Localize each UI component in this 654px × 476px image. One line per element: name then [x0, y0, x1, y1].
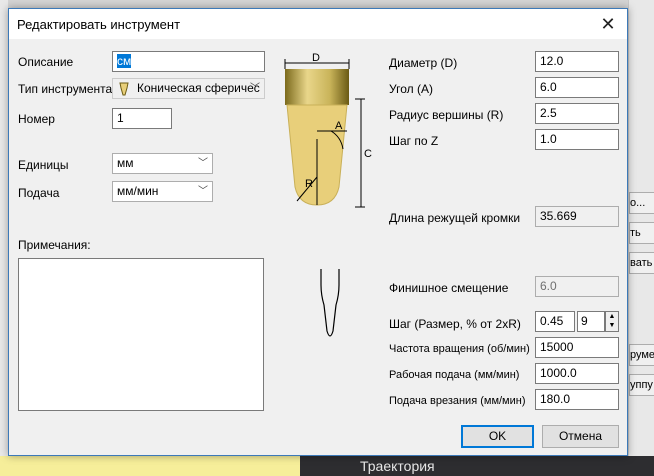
finish-allowance-label: Финишное смещение: [389, 281, 509, 295]
flute-length-label: Длина режущей кромки: [389, 211, 521, 225]
units-label: Единицы: [18, 158, 69, 172]
feed-units-value: мм/мин: [117, 184, 159, 198]
tool-type-value: Коническая сферичес: [137, 81, 260, 95]
close-icon[interactable]: ✕: [597, 13, 619, 35]
stepover-input[interactable]: 0.45: [535, 311, 575, 332]
background-bottom-bar: Траектория: [0, 456, 654, 476]
flute-length-readonly: 35.669: [535, 206, 619, 227]
stepdown-input[interactable]: 1.0: [535, 129, 619, 150]
angle-label: Угол (A): [389, 82, 433, 96]
tip-radius-label: Радиус вершины (R): [389, 108, 504, 122]
finish-allowance-input[interactable]: 6.0: [535, 276, 619, 297]
ok-button[interactable]: OK: [461, 425, 534, 448]
stepover-spinner[interactable]: ▲ ▼: [605, 311, 619, 332]
units-value: мм: [117, 156, 134, 170]
feedrate-label: Рабочая подача (мм/мин): [389, 369, 520, 381]
background-button-fragment[interactable]: руме: [629, 344, 654, 366]
tool-collar: [285, 69, 349, 105]
plunge-rate-label: Подача врезания (мм/мин): [389, 395, 526, 407]
chevron-down-icon: ﹀: [198, 158, 208, 169]
description-input[interactable]: см: [112, 51, 265, 72]
radius-r-label: R: [305, 178, 313, 190]
feedrate-input[interactable]: 1000.0: [535, 363, 619, 384]
spindle-speed-input[interactable]: 15000: [535, 337, 619, 358]
stepover-label: Шаг (Размер, % от 2xR): [389, 317, 521, 331]
toolpath-preview: [320, 269, 340, 337]
description-value: см: [117, 54, 132, 68]
units-select[interactable]: мм ﹀: [112, 153, 213, 174]
edit-tool-dialog: Редактировать инструмент ✕ Описание см Т…: [8, 8, 628, 456]
spinner-down-icon[interactable]: ▼: [606, 321, 618, 330]
notes-label: Примечания:: [18, 238, 91, 252]
chevron-down-icon: ﹀: [198, 186, 208, 197]
chevron-down-icon: ﹀: [250, 83, 260, 94]
dialog-titlebar[interactable]: Редактировать инструмент ✕: [9, 9, 627, 39]
diameter-input[interactable]: 12.0: [535, 51, 619, 72]
background-right-panel: о... ть вать руме уппу: [628, 0, 654, 476]
stepover-percent-input[interactable]: 9: [577, 311, 605, 332]
dialog-title: Редактировать инструмент: [17, 17, 181, 32]
background-left-panel: [0, 0, 8, 456]
number-input[interactable]: 1: [112, 108, 172, 129]
dimension-d-label: D: [312, 52, 320, 64]
diameter-label: Диаметр (D): [389, 56, 458, 70]
angle-a-label: A: [335, 120, 343, 132]
background-button-fragment[interactable]: ть: [629, 222, 654, 244]
tool-type-label: Тип инструмента: [18, 82, 113, 96]
background-button-fragment[interactable]: о...: [629, 192, 654, 214]
feed-units-label: Подача: [18, 186, 60, 200]
notes-textarea[interactable]: [18, 258, 264, 411]
spindle-speed-label: Частота вращения (об/мин): [389, 343, 530, 355]
background-button-fragment[interactable]: уппу: [629, 374, 654, 396]
background-highlight: [0, 456, 300, 476]
dimension-c-label: C: [364, 148, 372, 160]
stepdown-label: Шаг по Z: [389, 134, 439, 148]
tool-type-select[interactable]: Коническая сферичес ﹀: [112, 78, 265, 99]
background-trajectory-label: Траектория: [360, 458, 435, 474]
cancel-button[interactable]: Отмена: [542, 425, 619, 448]
tip-radius-input[interactable]: 2.5: [535, 103, 619, 124]
number-label: Номер: [18, 112, 55, 126]
conical-tool-icon: [119, 82, 129, 96]
plunge-rate-input[interactable]: 180.0: [535, 389, 619, 410]
angle-input[interactable]: 6.0: [535, 77, 619, 98]
tool-diagram: D C A R: [284, 52, 372, 337]
spinner-up-icon[interactable]: ▲: [606, 312, 618, 321]
background-button-fragment[interactable]: вать: [629, 252, 654, 274]
feed-units-select[interactable]: мм/мин ﹀: [112, 181, 213, 202]
description-label: Описание: [18, 55, 74, 69]
